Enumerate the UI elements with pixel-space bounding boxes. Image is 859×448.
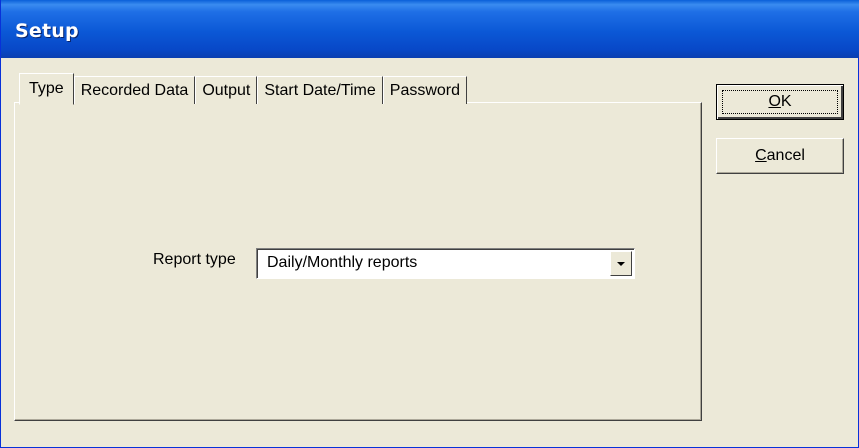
cancel-button-label: Cancel xyxy=(755,147,805,164)
report-type-value: Daily/Monthly reports xyxy=(267,254,418,271)
ok-label-rest: K xyxy=(780,93,792,110)
title-bar[interactable]: Setup xyxy=(1,0,859,58)
chevron-down-icon xyxy=(617,262,625,266)
window-title: Setup xyxy=(15,20,79,42)
tab-password[interactable]: Password xyxy=(382,76,468,104)
ok-button[interactable]: OK xyxy=(716,84,844,120)
tab-recorded-data[interactable]: Recorded Data xyxy=(73,76,196,104)
cancel-label-rest: ancel xyxy=(766,147,805,164)
setup-dialog: Setup Report type Daily/Monthly reports … xyxy=(0,0,859,448)
report-type-label: Report type xyxy=(153,251,236,268)
report-type-dropdown[interactable]: Daily/Monthly reports xyxy=(256,248,635,279)
cancel-mnemonic: C xyxy=(755,147,767,164)
ok-mnemonic: O xyxy=(768,93,781,110)
ok-button-label: OK xyxy=(768,93,791,110)
tab-start-date-time[interactable]: Start Date/Time xyxy=(257,76,383,104)
tab-strip: Type Recorded Data Output Start Date/Tim… xyxy=(19,72,468,105)
tab-panel: Report type Daily/Monthly reports xyxy=(14,102,702,421)
cancel-button[interactable]: Cancel xyxy=(716,138,844,174)
tab-output[interactable]: Output xyxy=(195,76,258,104)
tab-type[interactable]: Type xyxy=(19,73,74,105)
dropdown-arrow-button[interactable] xyxy=(610,251,632,276)
dialog-client-area: Report type Daily/Monthly reports Type R… xyxy=(5,58,856,444)
